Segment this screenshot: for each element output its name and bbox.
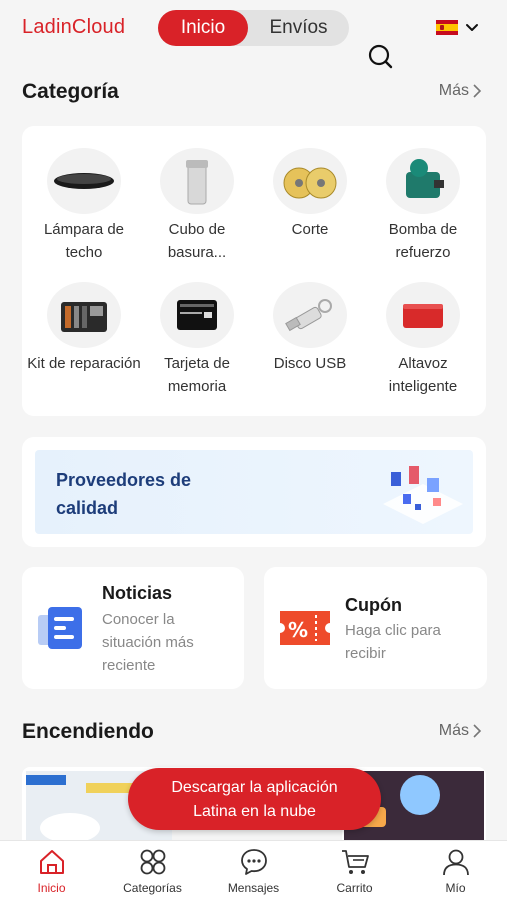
cutting-disc-icon [273,148,347,214]
chevron-down-icon[interactable] [464,20,480,36]
category-label: Cubo de basura... [167,221,227,261]
category-label: Disco USB [273,355,347,372]
category-label: Kit de reparación [27,355,141,372]
usb-drive-icon [273,282,347,348]
category-label: Lámpara de techo [43,221,125,261]
trash-bin-icon [160,148,234,214]
trending-section-title: Encendiendo [22,720,154,743]
category-item-trash-bin[interactable]: Cubo de basura... [139,148,255,264]
search-icon[interactable] [367,43,395,71]
news-title: Noticias [102,583,173,603]
tabbar-label: Categorías [123,881,182,895]
tabbar-label: Carrito [336,881,373,895]
category-grid: Lámpara de techo Cubo de basura... Corte… [22,126,486,416]
memory-card-icon [160,282,234,348]
download-line-2: Latina en la nube [193,803,316,820]
news-subtitle: Conocer la situación más reciente [102,611,194,674]
quality-suppliers-text: Proveedores de calidad [56,470,192,518]
chevron-right-icon [473,84,482,98]
category-item-ceiling-lamp[interactable]: Lámpara de techo [26,148,142,264]
category-label: Corte [291,221,329,238]
repair-kit-icon [47,282,121,348]
app-logo[interactable]: LadinCloud [22,16,125,39]
tabbar-label: Mío [445,881,466,895]
tabbar-item-categories[interactable]: Categorías [102,847,203,895]
category-label: Tarjeta de memoria [164,355,230,395]
news-card[interactable]: Noticias Conocer la situación más recien… [22,567,244,689]
coupon-subtitle: Haga clic para recibir [345,622,441,662]
category-item-booster-pump[interactable]: Bomba de refuerzo [365,148,481,264]
svg-text:%: % [288,618,308,642]
tabbar-item-home[interactable]: Inicio [1,847,102,895]
trending-more-link[interactable]: Más [439,722,482,740]
booster-pump-icon [386,148,460,214]
category-item-smart-speaker[interactable]: Altavoz inteligente [365,282,481,398]
user-icon [442,849,469,876]
top-tab-switch: Inicio Envíos [158,10,349,46]
category-item-memory-card[interactable]: Tarjeta de memoria [139,282,255,398]
category-label: Altavoz inteligente [388,355,458,395]
tabbar-label: Mensajes [227,881,280,895]
cart-icon [341,850,369,874]
more-label: Más [438,722,469,739]
bottom-tab-bar: Inicio Categorías Mensajes Carrito Mío [0,840,507,900]
category-section-title: Categoría [22,80,119,103]
chevron-right-icon [473,724,482,738]
smart-speaker-icon [386,282,460,348]
coupon-card[interactable]: % Cupón Haga clic para recibir [264,567,487,689]
isometric-illustration-icon [383,466,463,524]
tabbar-label: Inicio [37,881,66,895]
home-icon [39,850,64,874]
tabbar-item-messages[interactable]: Mensajes [203,847,304,895]
header: LadinCloud Inicio Envíos [0,0,507,75]
coupon-icon: % [280,611,330,645]
quality-suppliers-banner: Proveedores de calidad [35,450,473,534]
tabbar-item-cart[interactable]: Carrito [304,847,405,895]
category-label: Bomba de refuerzo [388,221,458,261]
chat-icon [240,849,267,875]
download-app-banner[interactable]: Descargar la aplicación Latina en la nub… [128,768,381,830]
tab-inicio[interactable]: Inicio [158,10,248,46]
category-item-cutting[interactable]: Corte [252,148,368,241]
download-line-1: Descargar la aplicación [171,779,338,796]
grid-icon [140,849,165,875]
spain-flag-icon[interactable] [436,20,458,35]
category-more-link[interactable]: Más [439,82,482,100]
ceiling-lamp-icon [47,148,121,214]
category-item-usb-drive[interactable]: Disco USB [252,282,368,375]
category-item-repair-kit[interactable]: Kit de reparación [26,282,142,375]
news-icon [38,607,82,649]
tabbar-item-profile[interactable]: Mío [405,847,506,895]
coupon-title: Cupón [345,595,402,615]
more-label: Más [438,82,469,99]
tab-envios[interactable]: Envíos [248,10,349,46]
quality-suppliers-card[interactable]: Proveedores de calidad [22,437,486,547]
